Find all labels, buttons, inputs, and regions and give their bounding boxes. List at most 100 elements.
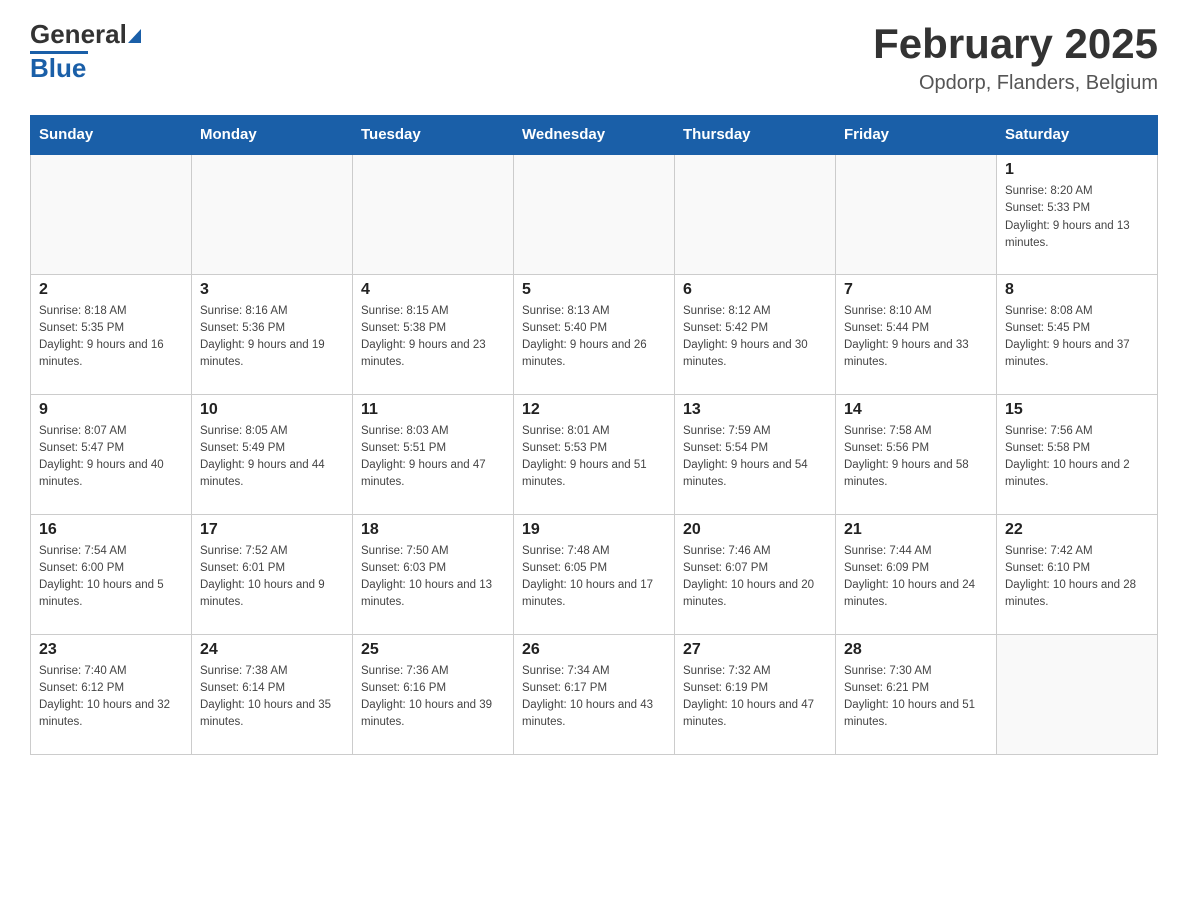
calendar-day: 1 Sunrise: 8:20 AM Sunset: 5:33 PM Daylig… xyxy=(997,154,1158,274)
column-header-friday: Friday xyxy=(836,116,997,155)
calendar-day: 2Sunrise: 8:18 AM Sunset: 5:35 PM Daylig… xyxy=(31,274,192,394)
day-info: Sunrise: 8:07 AM Sunset: 5:47 PM Dayligh… xyxy=(39,423,183,492)
calendar-day: 21 Sunrise: 7:44 AM Sunset: 6:09 PM Dayli… xyxy=(836,514,997,634)
calendar-day: 12 Sunrise: 8:01 AM Sunset: 5:53 PM Dayli… xyxy=(514,394,675,514)
location-subtitle: Opdorp, Flanders, Belgium xyxy=(873,72,1158,95)
logo-triangle xyxy=(128,29,141,43)
calendar-day: 10Sunrise: 8:05 AM Sunset: 5:49 PM Dayli… xyxy=(192,394,353,514)
calendar-day: 4 Sunrise: 8:15 AM Sunset: 5:38 PM Daylig… xyxy=(353,274,514,394)
day-info: Sunrise: 7:44 AM Sunset: 6:09 PM Dayligh… xyxy=(844,543,988,612)
calendar-week-3: 9 Sunrise: 8:07 AM Sunset: 5:47 PM Daylig… xyxy=(31,394,1158,514)
day-number: 22 xyxy=(1005,521,1149,539)
day-number: 15 xyxy=(1005,401,1149,419)
day-info: Sunrise: 7:36 AM Sunset: 6:16 PM Dayligh… xyxy=(361,663,505,732)
calendar-day: 7 Sunrise: 8:10 AM Sunset: 5:44 PM Daylig… xyxy=(836,274,997,394)
day-number: 3 xyxy=(200,281,344,299)
calendar-day: 17 Sunrise: 7:52 AM Sunset: 6:01 PM Dayli… xyxy=(192,514,353,634)
day-number: 27 xyxy=(683,641,827,659)
calendar-day xyxy=(675,154,836,274)
day-number: 9 xyxy=(39,401,183,419)
day-info: Sunrise: 7:48 AM Sunset: 6:05 PM Dayligh… xyxy=(522,543,666,612)
day-number: 16 xyxy=(39,521,183,539)
calendar-day: 22 Sunrise: 7:42 AM Sunset: 6:10 PM Dayli… xyxy=(997,514,1158,634)
day-info: Sunrise: 7:40 AM Sunset: 6:12 PM Dayligh… xyxy=(39,663,183,732)
day-info: Sunrise: 8:10 AM Sunset: 5:44 PM Dayligh… xyxy=(844,303,988,372)
day-info: Sunrise: 8:03 AM Sunset: 5:51 PM Dayligh… xyxy=(361,423,505,492)
day-number: 26 xyxy=(522,641,666,659)
calendar-day: 28Sunrise: 7:30 AM Sunset: 6:21 PM Dayli… xyxy=(836,634,997,754)
day-info: Sunrise: 7:34 AM Sunset: 6:17 PM Dayligh… xyxy=(522,663,666,732)
column-header-tuesday: Tuesday xyxy=(353,116,514,155)
column-header-sunday: Sunday xyxy=(31,116,192,155)
calendar-day: 27 Sunrise: 7:32 AM Sunset: 6:19 PM Dayli… xyxy=(675,634,836,754)
calendar-day: 18 Sunrise: 7:50 AM Sunset: 6:03 PM Dayli… xyxy=(353,514,514,634)
day-info: Sunrise: 8:20 AM Sunset: 5:33 PM Dayligh… xyxy=(1005,183,1149,252)
day-number: 7 xyxy=(844,281,988,299)
day-info: Sunrise: 7:38 AM Sunset: 6:14 PM Dayligh… xyxy=(200,663,344,732)
day-number: 19 xyxy=(522,521,666,539)
calendar-day xyxy=(997,634,1158,754)
day-number: 4 xyxy=(361,281,505,299)
day-number: 8 xyxy=(1005,281,1149,299)
title-area: February 2025 Opdorp, Flanders, Belgium xyxy=(873,20,1158,95)
calendar-day xyxy=(353,154,514,274)
calendar-week-4: 16 Sunrise: 7:54 AM Sunset: 6:00 PM Dayli… xyxy=(31,514,1158,634)
calendar-day: 25Sunrise: 7:36 AM Sunset: 6:16 PM Dayli… xyxy=(353,634,514,754)
day-info: Sunrise: 7:56 AM Sunset: 5:58 PM Dayligh… xyxy=(1005,423,1149,492)
day-info: Sunrise: 8:01 AM Sunset: 5:53 PM Dayligh… xyxy=(522,423,666,492)
calendar-day xyxy=(192,154,353,274)
calendar-day: 23 Sunrise: 7:40 AM Sunset: 6:12 PM Dayli… xyxy=(31,634,192,754)
day-number: 1 xyxy=(1005,161,1149,179)
calendar-day: 14Sunrise: 7:58 AM Sunset: 5:56 PM Dayli… xyxy=(836,394,997,514)
day-info: Sunrise: 7:32 AM Sunset: 6:19 PM Dayligh… xyxy=(683,663,827,732)
day-info: Sunrise: 7:42 AM Sunset: 6:10 PM Dayligh… xyxy=(1005,543,1149,612)
calendar-day xyxy=(31,154,192,274)
calendar-header-row: SundayMondayTuesdayWednesdayThursdayFrid… xyxy=(31,116,1158,155)
logo-blue: Blue xyxy=(30,54,86,83)
calendar-day: 16 Sunrise: 7:54 AM Sunset: 6:00 PM Dayli… xyxy=(31,514,192,634)
day-number: 11 xyxy=(361,401,505,419)
day-info: Sunrise: 7:52 AM Sunset: 6:01 PM Dayligh… xyxy=(200,543,344,612)
month-title: February 2025 xyxy=(873,20,1158,68)
calendar-day: 13 Sunrise: 7:59 AM Sunset: 5:54 PM Dayli… xyxy=(675,394,836,514)
calendar-week-1: 1 Sunrise: 8:20 AM Sunset: 5:33 PM Daylig… xyxy=(31,154,1158,274)
day-number: 6 xyxy=(683,281,827,299)
day-number: 23 xyxy=(39,641,183,659)
day-number: 17 xyxy=(200,521,344,539)
day-number: 10 xyxy=(200,401,344,419)
calendar-day: 3Sunrise: 8:16 AM Sunset: 5:36 PM Daylig… xyxy=(192,274,353,394)
day-number: 21 xyxy=(844,521,988,539)
day-number: 28 xyxy=(844,641,988,659)
column-header-thursday: Thursday xyxy=(675,116,836,155)
day-info: Sunrise: 8:08 AM Sunset: 5:45 PM Dayligh… xyxy=(1005,303,1149,372)
calendar-week-5: 23 Sunrise: 7:40 AM Sunset: 6:12 PM Dayli… xyxy=(31,634,1158,754)
calendar-day: 9 Sunrise: 8:07 AM Sunset: 5:47 PM Daylig… xyxy=(31,394,192,514)
calendar-day: 8 Sunrise: 8:08 AM Sunset: 5:45 PM Daylig… xyxy=(997,274,1158,394)
day-info: Sunrise: 7:54 AM Sunset: 6:00 PM Dayligh… xyxy=(39,543,183,612)
logo-general: General xyxy=(30,19,127,49)
calendar-week-2: 2Sunrise: 8:18 AM Sunset: 5:35 PM Daylig… xyxy=(31,274,1158,394)
day-info: Sunrise: 7:58 AM Sunset: 5:56 PM Dayligh… xyxy=(844,423,988,492)
day-number: 13 xyxy=(683,401,827,419)
calendar-day: 24Sunrise: 7:38 AM Sunset: 6:14 PM Dayli… xyxy=(192,634,353,754)
day-info: Sunrise: 7:59 AM Sunset: 5:54 PM Dayligh… xyxy=(683,423,827,492)
day-info: Sunrise: 8:13 AM Sunset: 5:40 PM Dayligh… xyxy=(522,303,666,372)
logo: General Blue xyxy=(30,20,141,82)
column-header-wednesday: Wednesday xyxy=(514,116,675,155)
calendar-day: 11 Sunrise: 8:03 AM Sunset: 5:51 PM Dayli… xyxy=(353,394,514,514)
day-info: Sunrise: 7:50 AM Sunset: 6:03 PM Dayligh… xyxy=(361,543,505,612)
calendar-day: 19 Sunrise: 7:48 AM Sunset: 6:05 PM Dayli… xyxy=(514,514,675,634)
column-header-saturday: Saturday xyxy=(997,116,1158,155)
day-number: 2 xyxy=(39,281,183,299)
calendar-day: 5 Sunrise: 8:13 AM Sunset: 5:40 PM Daylig… xyxy=(514,274,675,394)
calendar-day xyxy=(514,154,675,274)
column-header-monday: Monday xyxy=(192,116,353,155)
day-number: 18 xyxy=(361,521,505,539)
day-number: 5 xyxy=(522,281,666,299)
day-number: 12 xyxy=(522,401,666,419)
day-info: Sunrise: 7:46 AM Sunset: 6:07 PM Dayligh… xyxy=(683,543,827,612)
day-info: Sunrise: 8:15 AM Sunset: 5:38 PM Dayligh… xyxy=(361,303,505,372)
day-number: 20 xyxy=(683,521,827,539)
calendar-table: SundayMondayTuesdayWednesdayThursdayFrid… xyxy=(30,115,1158,755)
calendar-day: 15 Sunrise: 7:56 AM Sunset: 5:58 PM Dayli… xyxy=(997,394,1158,514)
